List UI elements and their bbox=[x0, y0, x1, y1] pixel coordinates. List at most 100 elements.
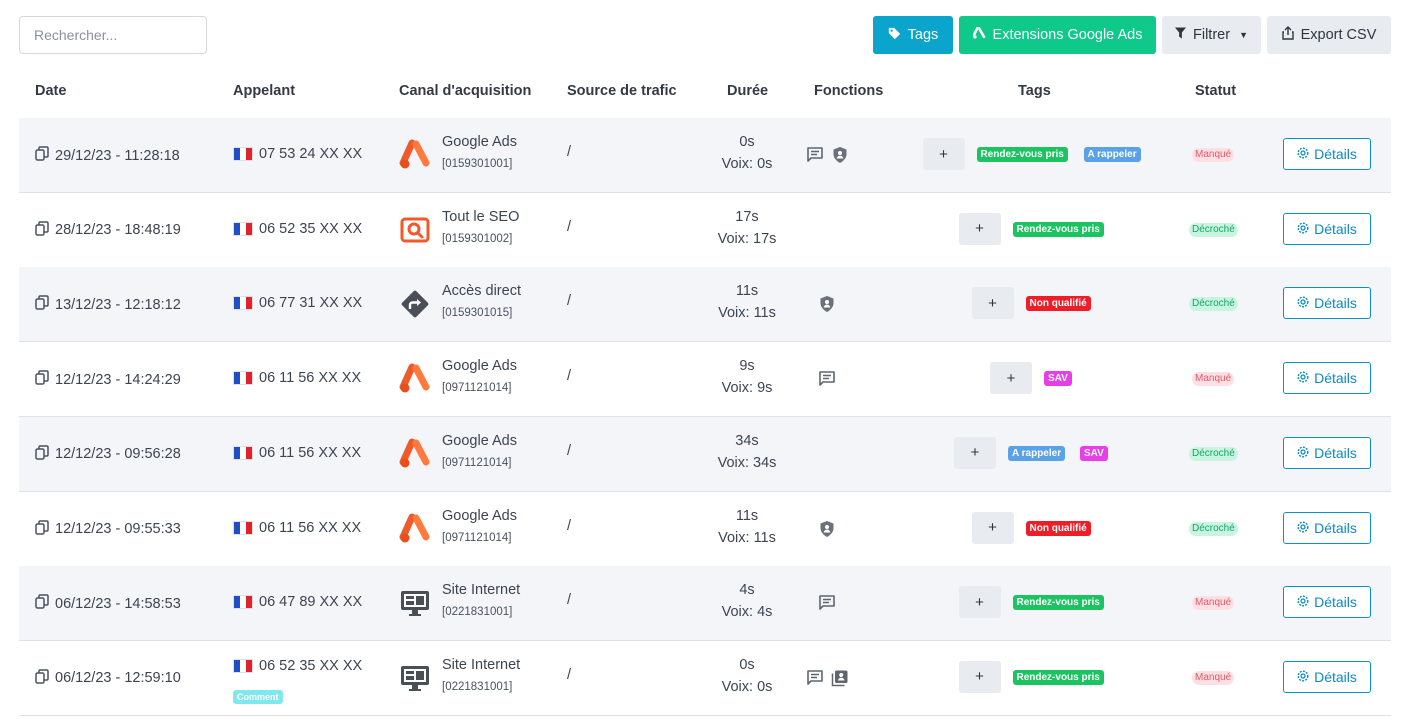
google-ads-extensions-button[interactable]: Extensions Google Ads bbox=[959, 16, 1156, 54]
shield-icon[interactable] bbox=[831, 146, 849, 164]
tag-rendez-vous[interactable]: Rendez-vous pris bbox=[1012, 669, 1104, 685]
column-header-caller[interactable]: Appelant bbox=[233, 83, 295, 99]
call-date: 06/12/23 - 12:59:10 bbox=[35, 669, 181, 688]
status-badge-missed: Manqué bbox=[1192, 596, 1235, 611]
duration: 0s bbox=[739, 134, 755, 150]
caller-number: 06 77 31 XX XX bbox=[259, 295, 363, 312]
status-badge-answered: Décroché bbox=[1189, 446, 1238, 461]
date-text: 06/12/23 - 12:59:10 bbox=[55, 670, 181, 687]
message-icon[interactable] bbox=[806, 669, 824, 687]
copy-icon[interactable] bbox=[35, 370, 49, 389]
settings-icon bbox=[1297, 445, 1309, 461]
copy-icon[interactable] bbox=[35, 146, 49, 165]
tag-rendez-vous[interactable]: Rendez-vous pris bbox=[1012, 221, 1104, 237]
tag-icon bbox=[888, 27, 901, 44]
caller-number: 06 11 56 XX XX bbox=[259, 444, 362, 461]
traffic-source: / bbox=[567, 144, 572, 160]
details-label: Détails bbox=[1314, 594, 1357, 611]
google-ads-icon bbox=[399, 438, 431, 470]
copy-icon[interactable] bbox=[35, 445, 49, 464]
caller: 06 47 89 XX XX bbox=[233, 594, 362, 610]
duration: 4s bbox=[739, 582, 755, 599]
tag-rendez-vous[interactable]: Rendez-vous pris bbox=[976, 147, 1068, 162]
call-date: 28/12/23 - 18:48:19 bbox=[35, 220, 181, 240]
france-flag-icon bbox=[233, 147, 253, 161]
caller: 06 11 56 XX XX bbox=[233, 520, 361, 536]
export-icon bbox=[1281, 26, 1294, 44]
copy-icon[interactable] bbox=[35, 594, 49, 613]
details-label: Détails bbox=[1314, 295, 1357, 312]
call-date: 06/12/23 - 14:58:53 bbox=[35, 594, 181, 613]
channel-name: Google Ads bbox=[442, 358, 517, 375]
filter-button[interactable]: Filtrer ▼ bbox=[1162, 16, 1261, 54]
caller-number: 07 53 24 XX XX bbox=[259, 146, 363, 162]
add-tag-button[interactable]: + bbox=[971, 287, 1014, 320]
copy-icon[interactable] bbox=[35, 295, 49, 314]
channel-number: [0159301015] bbox=[442, 307, 513, 320]
tag-sav[interactable]: SAV bbox=[1044, 371, 1072, 387]
duration: 34s bbox=[735, 432, 759, 449]
details-button[interactable]: Détails bbox=[1283, 586, 1371, 619]
duration: 0s bbox=[739, 656, 755, 673]
add-tag-button[interactable]: + bbox=[958, 660, 1001, 693]
details-label: Détails bbox=[1314, 519, 1357, 536]
add-tag-button[interactable]: + bbox=[954, 436, 996, 469]
caller: 06 52 35 XX XX bbox=[233, 658, 362, 674]
search-input[interactable] bbox=[19, 16, 207, 54]
details-button[interactable]: Détails bbox=[1283, 436, 1371, 469]
add-tag-button[interactable]: + bbox=[990, 362, 1032, 395]
france-flag-icon bbox=[233, 520, 253, 535]
status-badge-missed: Manqué bbox=[1192, 148, 1235, 162]
contact-card-icon[interactable] bbox=[831, 669, 849, 687]
caller-number: 06 52 35 XX XX bbox=[259, 657, 363, 674]
status-badge-answered: Décroché bbox=[1189, 297, 1238, 312]
add-tag-button[interactable]: + bbox=[971, 511, 1014, 544]
details-button[interactable]: Détails bbox=[1283, 660, 1371, 693]
export-csv-button[interactable]: Export CSV bbox=[1267, 16, 1391, 54]
copy-icon[interactable] bbox=[35, 669, 49, 688]
voice-duration: Voix: 17s bbox=[717, 230, 777, 247]
funnel-icon bbox=[1175, 27, 1186, 43]
column-header-duration[interactable]: Durée bbox=[727, 83, 768, 99]
details-button[interactable]: Détails bbox=[1283, 287, 1371, 320]
tags-button-label: Tags bbox=[907, 27, 939, 43]
traffic-source: / bbox=[567, 218, 572, 235]
column-header-tags: Tags bbox=[1018, 83, 1051, 99]
column-header-functions: Fonctions bbox=[814, 83, 884, 99]
column-header-status[interactable]: Statut bbox=[1195, 83, 1236, 99]
status-badge-missed: Manqué bbox=[1192, 670, 1235, 685]
add-tag-button[interactable]: + bbox=[922, 138, 965, 170]
tag-non-qualifie[interactable]: Non qualifié bbox=[1025, 296, 1091, 312]
copy-icon[interactable] bbox=[35, 519, 49, 539]
shield-icon[interactable] bbox=[818, 520, 836, 538]
message-icon[interactable] bbox=[818, 594, 836, 612]
caller: 07 53 24 XX XX bbox=[233, 146, 362, 162]
tags-button[interactable]: Tags bbox=[873, 16, 953, 54]
copy-icon[interactable] bbox=[35, 220, 49, 240]
tag-rendez-vous[interactable]: Rendez-vous pris bbox=[1012, 595, 1104, 611]
seo-icon bbox=[399, 214, 431, 246]
date-text: 12/12/23 - 14:24:29 bbox=[55, 371, 181, 388]
shield-icon[interactable] bbox=[818, 295, 836, 313]
channel-name: Google Ads bbox=[442, 134, 517, 150]
table-row: 28/12/23 - 18:48:19 06 52 35 XX XX Tout l… bbox=[19, 193, 1391, 268]
traffic-source: / bbox=[567, 517, 572, 534]
details-button[interactable]: Détails bbox=[1283, 138, 1371, 170]
details-button[interactable]: Détails bbox=[1283, 511, 1371, 544]
details-button[interactable]: Détails bbox=[1283, 212, 1371, 245]
tag-a-rappeler[interactable]: A rappeler bbox=[1008, 445, 1066, 461]
column-header-channel[interactable]: Canal d'acquisition bbox=[399, 83, 531, 99]
direct-access-icon bbox=[399, 288, 431, 320]
column-header-date[interactable]: Date bbox=[35, 83, 66, 99]
column-header-source[interactable]: Source de trafic bbox=[567, 83, 677, 99]
tag-non-qualifie[interactable]: Non qualifié bbox=[1025, 520, 1091, 536]
date-text: 28/12/23 - 18:48:19 bbox=[55, 222, 181, 239]
channel-number: [0159301001] bbox=[442, 158, 513, 170]
message-icon[interactable] bbox=[818, 370, 836, 388]
details-button[interactable]: Détails bbox=[1283, 362, 1371, 395]
message-icon[interactable] bbox=[806, 146, 824, 164]
add-tag-button[interactable]: + bbox=[958, 586, 1001, 619]
tag-a-rappeler[interactable]: A rappeler bbox=[1083, 147, 1141, 162]
add-tag-button[interactable]: + bbox=[958, 212, 1001, 245]
tag-sav[interactable]: SAV bbox=[1080, 445, 1108, 461]
